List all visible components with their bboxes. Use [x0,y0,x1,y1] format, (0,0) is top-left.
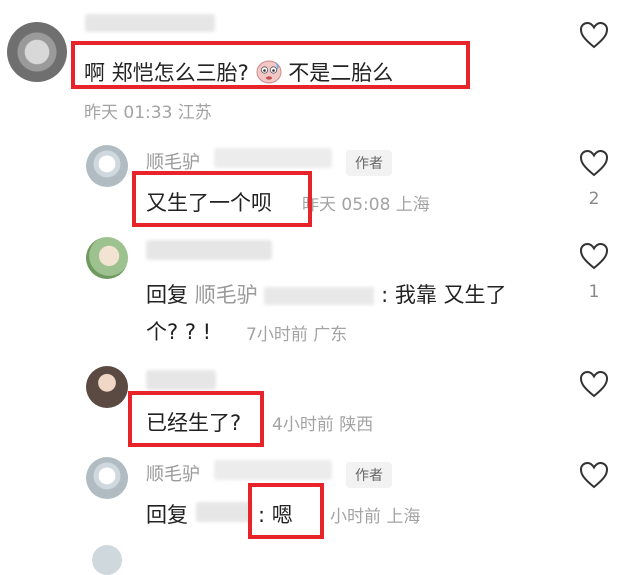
comment-meta: 昨天 01:33 江苏 [84,103,212,123]
author-badge: 作者 [346,462,392,488]
reply-prefix: 回复 [146,503,188,527]
comment-meta: 昨天 05:08 上海 [302,195,430,215]
heart-outline-icon [579,21,609,49]
avatar[interactable] [7,22,67,82]
like-count: 1 [588,282,600,302]
author-name[interactable]: 顺毛驴 [146,460,200,486]
comment-meta: 小时前 上海 [330,507,421,527]
like-button[interactable] [578,369,610,399]
avatar[interactable] [86,145,128,187]
blurred-username [85,14,215,32]
avatar[interactable] [92,545,122,575]
heart-outline-icon [579,242,609,270]
like-button[interactable] [578,20,610,50]
avatar[interactable] [86,237,128,279]
reply-prefix: 回复 [146,283,188,307]
heart-outline-icon [579,149,609,177]
reply-text: : 我靠 又生了 [381,283,507,307]
like-button[interactable] [578,241,610,271]
blurred-username [146,240,272,260]
blurred-username [196,502,252,522]
comment-meta: 4小时前 陕西 [272,415,374,435]
like-button[interactable] [578,148,610,178]
author-badge: 作者 [346,150,392,176]
like-button[interactable] [578,460,610,490]
comment-meta: 7小时前 广东 [246,325,348,345]
like-count: 2 [588,189,600,209]
highlight-box [128,391,264,447]
blurred-username [146,370,216,390]
blurred-username [214,460,332,480]
heart-outline-icon [579,370,609,398]
heart-outline-icon [579,461,609,489]
comment-text: 回复 顺毛驴 : 我靠 又生了 [146,279,507,309]
highlight-box [71,41,470,89]
blurred-username [214,148,332,168]
comment-text-line2: 个? ? ! [146,320,212,344]
avatar[interactable] [86,457,128,499]
avatar[interactable] [86,366,128,408]
reply-to-name[interactable]: 顺毛驴 [195,283,258,307]
blurred-username [264,287,375,305]
highlight-box [248,483,324,539]
highlight-box [132,171,312,227]
